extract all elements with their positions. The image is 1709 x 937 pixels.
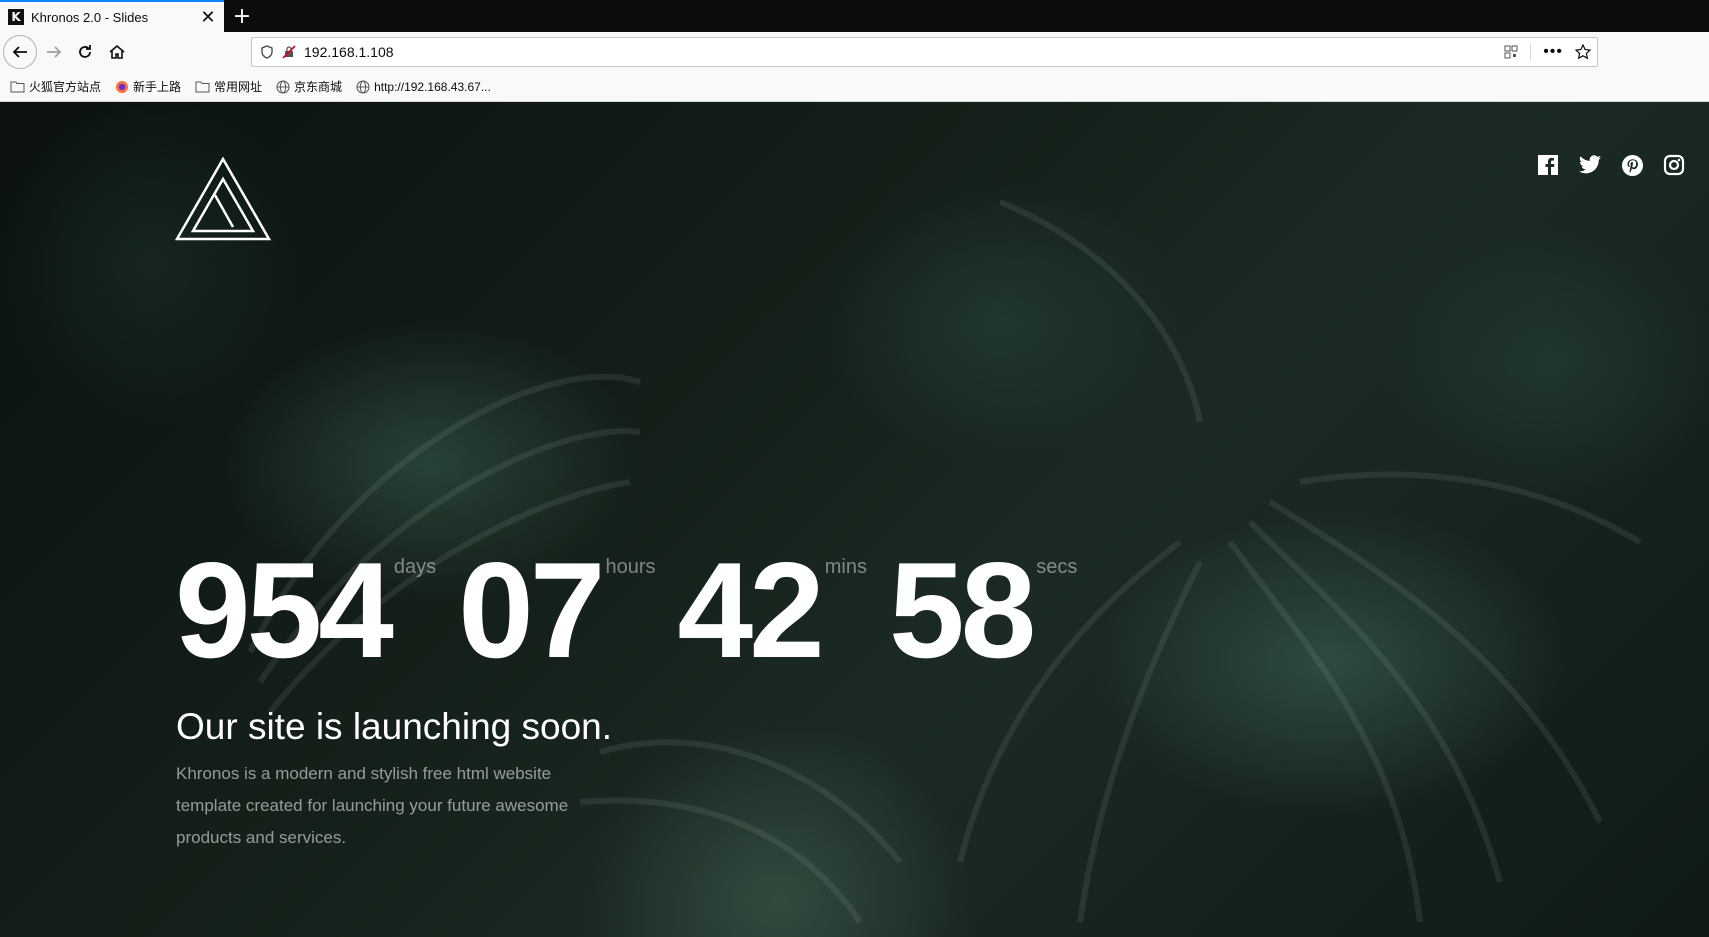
countdown-label: secs bbox=[1036, 556, 1078, 578]
bookmark-item[interactable]: 新手上路 bbox=[115, 78, 181, 95]
facebook-icon[interactable] bbox=[1535, 152, 1561, 178]
globe-icon bbox=[356, 80, 370, 93]
countdown-value: 58 bbox=[889, 534, 1036, 686]
insecure-lock-icon[interactable] bbox=[282, 45, 296, 59]
bookmark-label: 京东商城 bbox=[294, 80, 343, 94]
folder-icon bbox=[195, 81, 210, 93]
back-icon[interactable] bbox=[3, 35, 37, 69]
close-tab-icon[interactable]: ✕ bbox=[196, 5, 220, 29]
tab-bar: K Khronos 2.0 - Slides ✕ + bbox=[0, 0, 1709, 32]
social-links bbox=[1535, 152, 1687, 178]
countdown-value: 42 bbox=[677, 534, 824, 686]
hero-section: 954 days 07 hours 42 mins 58 secs Our si… bbox=[0, 102, 1709, 937]
bookmarks-bar: 火狐官方站点 新手上路 常用网址 京东商城 http://192.168.43.… bbox=[0, 72, 1709, 102]
url-text[interactable]: 192.168.1.108 bbox=[304, 44, 394, 60]
countdown-label: mins bbox=[824, 556, 867, 578]
home-icon[interactable] bbox=[101, 36, 133, 68]
bookmark-item[interactable]: 京东商城 bbox=[276, 78, 342, 95]
folder-icon bbox=[10, 81, 25, 93]
instagram-icon[interactable] bbox=[1661, 152, 1687, 178]
countdown-label: hours bbox=[605, 556, 656, 578]
firefox-icon bbox=[116, 80, 129, 93]
page-description: Khronos is a modern and stylish free htm… bbox=[176, 764, 569, 847]
navigation-bar: 192.168.1.108 ••• bbox=[0, 32, 1709, 72]
tab-favicon: K bbox=[8, 9, 24, 25]
qr-code-icon[interactable] bbox=[1504, 45, 1518, 59]
bookmark-star-icon[interactable] bbox=[1575, 44, 1591, 60]
khronos-logo[interactable] bbox=[175, 157, 271, 243]
globe-icon bbox=[276, 80, 290, 93]
bookmark-label: 火狐官方站点 bbox=[29, 80, 102, 94]
url-divider bbox=[1530, 43, 1532, 61]
pinterest-icon[interactable] bbox=[1619, 152, 1645, 178]
bookmark-label: http://192.168.43.67... bbox=[374, 79, 491, 94]
countdown-timer: 954 days 07 hours 42 mins 58 secs bbox=[175, 542, 1099, 678]
countdown-mins: 42 mins bbox=[677, 542, 867, 678]
reload-icon[interactable] bbox=[69, 36, 101, 68]
url-bar[interactable]: 192.168.1.108 ••• bbox=[251, 37, 1598, 67]
countdown-label: days bbox=[393, 556, 437, 578]
forward-icon[interactable] bbox=[38, 36, 70, 68]
twitter-icon[interactable] bbox=[1577, 152, 1603, 178]
bookmark-label: 新手上路 bbox=[133, 80, 182, 94]
countdown-value: 954 bbox=[175, 534, 394, 686]
bookmark-label: 常用网址 bbox=[214, 80, 263, 94]
more-actions-icon[interactable]: ••• bbox=[1543, 43, 1563, 61]
shield-icon[interactable] bbox=[260, 45, 274, 59]
countdown-value: 07 bbox=[458, 534, 605, 686]
browser-tab[interactable]: K Khronos 2.0 - Slides ✕ bbox=[0, 0, 224, 32]
countdown-days: 954 days bbox=[175, 542, 436, 678]
tab-title: Khronos 2.0 - Slides bbox=[31, 9, 149, 25]
countdown-secs: 58 secs bbox=[889, 542, 1077, 678]
bookmark-item[interactable]: http://192.168.43.67... bbox=[356, 80, 491, 94]
countdown-hours: 07 hours bbox=[458, 542, 655, 678]
bookmark-item[interactable]: 火狐官方站点 bbox=[10, 78, 101, 95]
bookmark-item[interactable]: 常用网址 bbox=[195, 78, 262, 95]
new-tab-icon[interactable]: + bbox=[226, 0, 258, 32]
page-headline: Our site is launching soon. bbox=[176, 706, 613, 747]
